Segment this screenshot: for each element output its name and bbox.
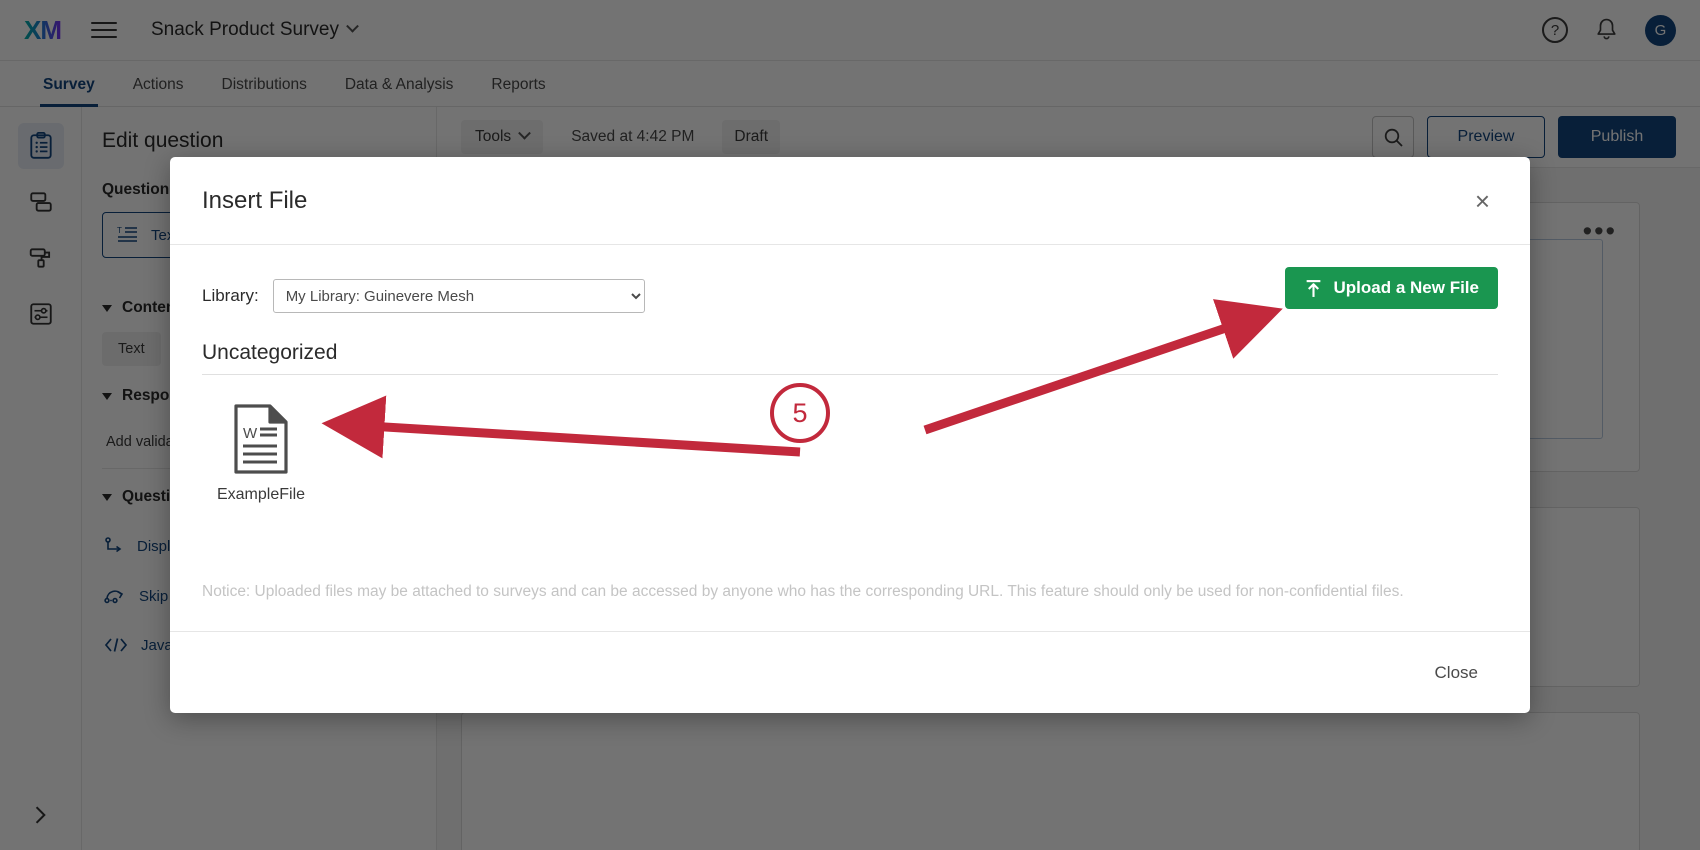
file-item[interactable]: W ExampleFile [202,397,320,510]
modal-header: Insert File × [170,157,1530,245]
upload-notice: Notice: Uploaded files may be attached t… [202,583,1404,601]
upload-new-file-label: Upload a New File [1333,278,1479,297]
close-icon[interactable]: × [1467,184,1498,218]
app-root: XM Snack Product Survey ? G Survey [0,0,1700,850]
upload-icon [1306,279,1320,297]
word-document-icon: W [234,404,288,474]
category-title: Uncategorized [202,341,338,364]
library-label: Library: [202,286,259,305]
modal-footer: Close [170,631,1530,713]
close-button[interactable]: Close [1421,653,1492,693]
file-item-label: ExampleFile [216,486,306,503]
svg-text:W: W [243,425,258,442]
insert-file-modal: Insert File × Library: My Library: Guine… [170,157,1530,713]
library-select[interactable]: My Library: Guinevere Mesh [272,279,645,313]
category-divider [202,374,1498,375]
file-grid: W ExampleFile [202,397,1498,510]
step-callout-badge: 5 [770,383,830,443]
upload-new-file-button[interactable]: Upload a New File [1284,267,1498,309]
modal-body: Library: My Library: Guinevere Mesh Uplo… [170,245,1530,631]
modal-title: Insert File [202,186,308,214]
